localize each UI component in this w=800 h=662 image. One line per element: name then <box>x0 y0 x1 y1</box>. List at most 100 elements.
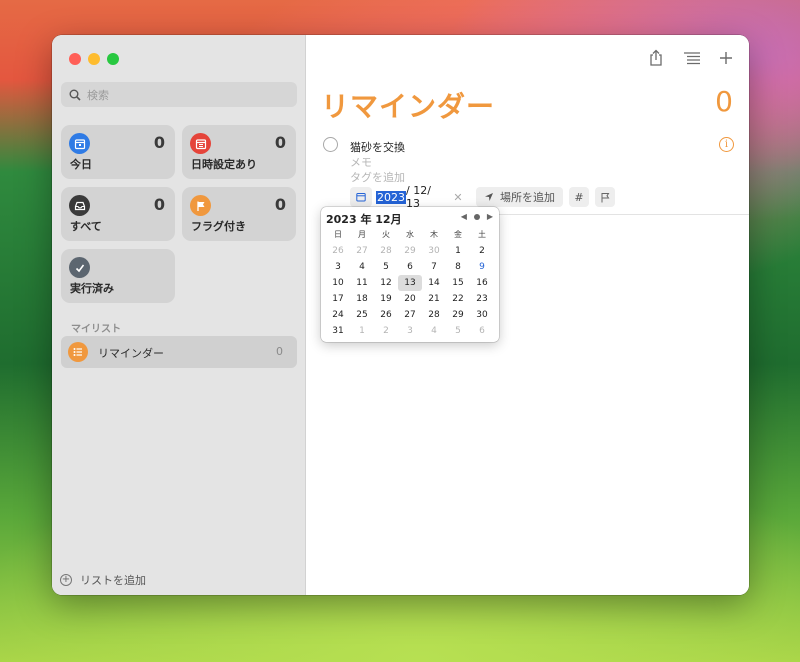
scheduled-count: 0 <box>274 133 286 152</box>
calendar-day[interactable]: 22 <box>446 291 470 307</box>
search-field[interactable]: 検索 <box>61 82 297 107</box>
weekday-fri: 金 <box>454 230 462 239</box>
task-tag-field[interactable]: タグを追加 <box>350 169 405 185</box>
weekday-wed: 水 <box>406 230 414 239</box>
calendar-day-selected[interactable]: 13 <box>398 275 422 291</box>
calendar-today-icon <box>69 133 90 154</box>
calendar-day[interactable]: 17 <box>326 291 350 307</box>
calendar-day[interactable]: 5 <box>374 259 398 275</box>
calendar-day[interactable]: 30 <box>422 243 446 259</box>
calendar-day[interactable]: 19 <box>374 291 398 307</box>
calendar-day[interactable]: 3 <box>398 323 422 339</box>
add-location-button[interactable]: 場所を追加 <box>476 187 563 207</box>
view-options-button[interactable] <box>682 48 702 68</box>
x-icon: ✕ <box>453 190 463 204</box>
list-title: リマインダー <box>321 90 496 123</box>
list-bullet-icon <box>68 342 88 362</box>
date-year-segment[interactable]: 2023 <box>376 190 406 204</box>
add-list-button[interactable]: + リストを追加 <box>60 572 146 588</box>
date-chip-calendar-button[interactable] <box>350 187 372 207</box>
weekday-thu: 木 <box>430 230 438 239</box>
calendar-day[interactable]: 31 <box>326 323 350 339</box>
task-title[interactable]: 猫砂を交換 <box>350 139 405 155</box>
clear-date-button[interactable]: ✕ <box>449 187 467 207</box>
calendar-day[interactable]: 8 <box>446 259 470 275</box>
add-tag-button[interactable]: # <box>569 187 589 207</box>
smart-list-all[interactable]: 0 すべて <box>61 187 175 241</box>
calendar-day[interactable]: 4 <box>350 259 374 275</box>
calendar-grid: 日 月 火 水 木 金 土 26 27 28 29 30 1 2 3 4 5 6… <box>326 227 494 339</box>
calendar-day[interactable]: 5 <box>446 323 470 339</box>
flag-icon <box>190 195 211 216</box>
zoom-window-button[interactable] <box>107 53 119 65</box>
list-item-count: 0 <box>276 345 283 358</box>
calendar-day[interactable]: 26 <box>326 243 350 259</box>
tray-icon <box>69 195 90 216</box>
add-reminder-button[interactable] <box>716 48 736 68</box>
calendar-day[interactable]: 14 <box>422 275 446 291</box>
calendar-day[interactable]: 2 <box>470 243 494 259</box>
all-count: 0 <box>153 195 165 214</box>
share-button[interactable] <box>646 48 666 68</box>
calendar-day[interactable]: 20 <box>398 291 422 307</box>
calendar-day[interactable]: 6 <box>470 323 494 339</box>
previous-month-button[interactable]: ◀ <box>461 212 467 221</box>
weekday-sun: 日 <box>334 230 342 239</box>
calendar-day[interactable]: 23 <box>470 291 494 307</box>
smart-list-flagged[interactable]: 0 フラグ付き <box>182 187 296 241</box>
share-icon <box>650 49 662 66</box>
calendar-day[interactable]: 27 <box>350 243 374 259</box>
calendar-day[interactable]: 1 <box>446 243 470 259</box>
calendar-day[interactable]: 3 <box>326 259 350 275</box>
date-field[interactable]: 2023 / 12/ 13 <box>375 184 448 210</box>
flag-button[interactable] <box>595 187 615 207</box>
list-count: 0 <box>715 85 733 118</box>
weekday-mon: 月 <box>358 230 366 239</box>
calendar-month-label: 2023 年 12月 <box>326 213 402 226</box>
completed-label: 実行済み <box>70 282 114 295</box>
calendar-day[interactable]: 1 <box>350 323 374 339</box>
weekday-tue: 火 <box>382 230 390 239</box>
sidebar: 検索 0 今日 0 日時設定あり 0 すべて 0 フラグ付き 実行済み マイリス… <box>52 35 306 595</box>
smart-list-scheduled[interactable]: 0 日時設定あり <box>182 125 296 179</box>
calendar-day[interactable]: 26 <box>374 307 398 323</box>
calendar-grid-icon <box>190 133 211 154</box>
calendar-day[interactable]: 18 <box>350 291 374 307</box>
calendar-day[interactable]: 15 <box>446 275 470 291</box>
all-label: すべて <box>70 220 102 233</box>
calendar-day[interactable]: 24 <box>326 307 350 323</box>
calendar-day[interactable]: 21 <box>422 291 446 307</box>
today-dot-button[interactable] <box>473 213 480 220</box>
calendar-day[interactable]: 16 <box>470 275 494 291</box>
calendar-day-today[interactable]: 9 <box>470 259 494 275</box>
calendar-day[interactable]: 29 <box>398 243 422 259</box>
minimize-window-button[interactable] <box>88 53 100 65</box>
calendar-day[interactable]: 10 <box>326 275 350 291</box>
task-memo-field[interactable]: メモ <box>350 154 372 170</box>
calendar-day[interactable]: 29 <box>446 307 470 323</box>
calendar-day[interactable]: 12 <box>374 275 398 291</box>
calendar-nav: ◀ ▶ <box>461 212 493 221</box>
calendar-day[interactable]: 6 <box>398 259 422 275</box>
task-complete-checkbox[interactable] <box>323 137 338 152</box>
calendar-day[interactable]: 28 <box>374 243 398 259</box>
list-item-reminders[interactable]: リマインダー 0 <box>61 336 297 368</box>
info-icon[interactable]: i <box>719 137 734 152</box>
calendar-day[interactable]: 7 <box>422 259 446 275</box>
flagged-count: 0 <box>274 195 286 214</box>
plus-circle-icon: + <box>60 574 72 586</box>
smart-list-today[interactable]: 0 今日 <box>61 125 175 179</box>
smart-list-completed[interactable]: 実行済み <box>61 249 175 303</box>
calendar-day[interactable]: 4 <box>422 323 446 339</box>
date-picker-popover: 2023 年 12月 ◀ ▶ 日 月 火 水 木 金 土 26 27 28 29… <box>321 207 499 342</box>
weekday-sat: 土 <box>478 230 486 239</box>
next-month-button[interactable]: ▶ <box>487 212 493 221</box>
flag-outline-icon <box>601 192 610 202</box>
calendar-day[interactable]: 28 <box>422 307 446 323</box>
calendar-day[interactable]: 11 <box>350 275 374 291</box>
calendar-day[interactable]: 30 <box>470 307 494 323</box>
calendar-day[interactable]: 2 <box>374 323 398 339</box>
close-window-button[interactable] <box>69 53 81 65</box>
calendar-day[interactable]: 25 <box>350 307 374 323</box>
calendar-day[interactable]: 27 <box>398 307 422 323</box>
